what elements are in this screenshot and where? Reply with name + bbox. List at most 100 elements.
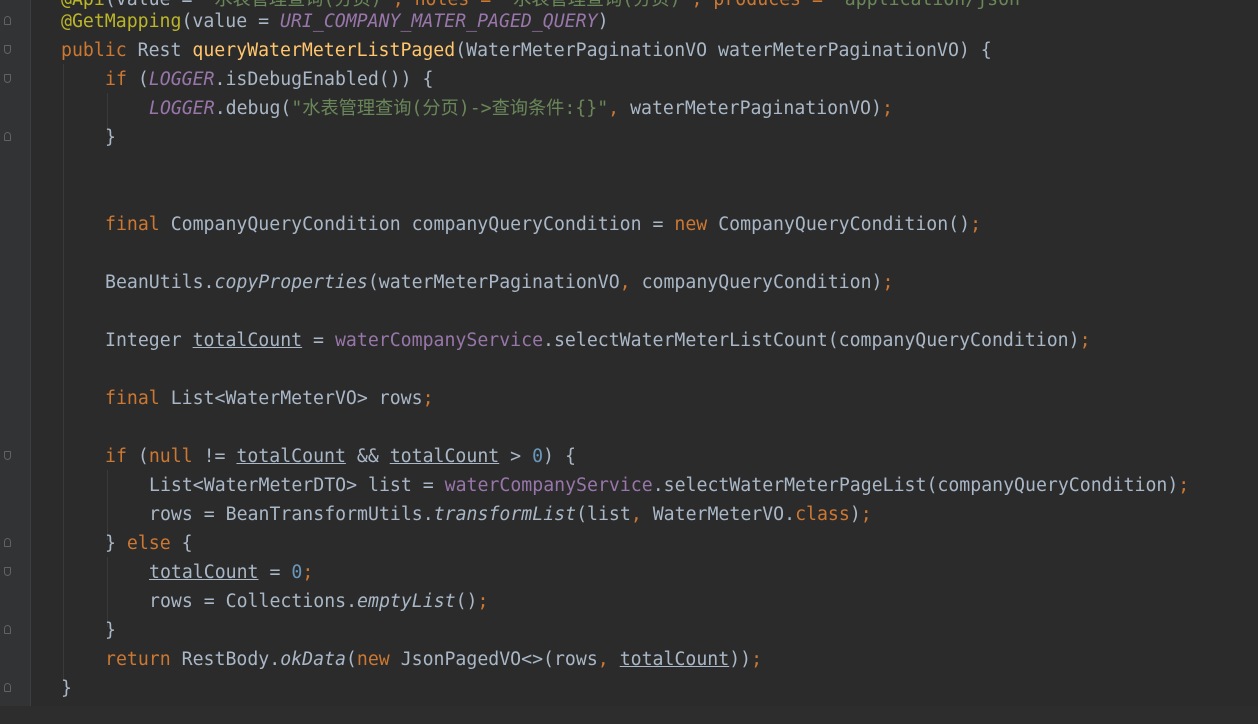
code-line[interactable]: BeanUtils.copyProperties(waterMeterPagin… [105,268,893,297]
code-token: List<WaterMeterDTO> list = [149,475,445,496]
code-line[interactable]: if (LOGGER.isDebugEnabled()) { [105,65,434,94]
code-token: companyQueryCondition) [641,272,883,293]
code-token: new [356,649,401,670]
code-token: totalCount [149,562,259,583]
code-token: , [630,504,653,525]
code-line[interactable]: Integer totalCount = waterCompanyService… [105,326,1091,355]
code-token: okData [280,649,346,670]
code-token: ; [881,98,893,119]
code-token: else [126,533,182,554]
code-token: ; [422,388,434,409]
code-token: (value = [181,11,281,32]
code-token: new [674,214,719,235]
fold-marker-icon[interactable] [4,16,11,25]
code-token: BeanUtils. [105,272,215,293]
code-token: waterCompanyService [334,330,544,351]
code-line[interactable]: rows = Collections.emptyList(); [149,587,488,616]
code-line[interactable]: @GetMapping(value = URI_COMPANY_MATER_PA… [61,7,609,36]
code-line[interactable]: public Rest queryWaterMeterListPaged(Wat… [61,36,992,65]
fold-marker-icon[interactable] [4,625,11,634]
fold-marker-icon[interactable] [4,683,11,692]
fold-marker-icon[interactable] [4,74,11,83]
code-token: () [455,591,478,612]
code-token: } [61,678,72,699]
code-token: class [795,504,850,525]
code-token: LOGGER [149,98,215,119]
code-token: transformList [433,504,577,525]
code-token: ; [477,591,489,612]
code-token: CompanyQueryCondition companyQueryCondit… [170,214,675,235]
editor-gutter [0,0,31,706]
code-token: { [181,533,193,554]
fold-marker-icon[interactable] [4,567,11,576]
indent-guide [63,64,64,680]
code-line[interactable]: } [61,674,72,703]
code-token: )) [729,649,752,670]
code-token: "水表管理查询(分页)->查询条件:{}" [291,98,609,119]
code-token: , produces = [692,0,834,10]
code-token: 0 [291,562,303,583]
code-token: ; [1178,475,1190,496]
code-token: = [258,562,292,583]
code-token: ) { [543,446,576,467]
code-token: CompanyQueryCondition() [718,214,971,235]
code-token: , [597,649,620,670]
code-token: (WaterMeterPaginationVO waterMeterPagina… [455,40,992,61]
code-line[interactable]: List<WaterMeterDTO> list = waterCompanyS… [149,471,1189,500]
code-token: ; [751,649,763,670]
code-line[interactable]: rows = BeanTransformUtils.transformList(… [149,500,872,529]
code-token: if [105,69,138,90]
code-token: final [105,214,171,235]
code-line[interactable]: totalCount = 0; [149,558,313,587]
code-token: .selectWaterMeterPageList(companyQueryCo… [652,475,1179,496]
code-token: queryWaterMeterListPaged [192,40,456,61]
code-token: public [61,40,138,61]
code-line[interactable]: final List<WaterMeterVO> rows; [105,384,434,413]
code-editor[interactable]: @Api(value = "水表管理查询(分页)", notes = "水表管理… [0,0,1258,724]
code-token: .debug( [214,98,292,119]
code-token: JsonPagedVO<>(rows [400,649,598,670]
code-token: return [105,649,182,670]
code-token: ) [849,504,861,525]
code-token: final [105,388,171,409]
code-token: WaterMeterVO. [652,504,796,525]
code-token: Rest [137,40,193,61]
code-token: ; [860,504,872,525]
code-token: } [105,620,116,641]
code-token: RestBody. [181,649,281,670]
code-line[interactable]: final CompanyQueryCondition companyQuery… [105,210,981,239]
code-token: URI_COMPANY_MATER_PAGED_QUERY [280,11,598,32]
code-token: rows = Collections. [149,591,358,612]
code-token: if [105,446,138,467]
code-token: ; [302,562,314,583]
code-token: ( [345,649,357,670]
code-token: totalCount [389,446,500,467]
code-line[interactable]: if (null != totalCount && totalCount > 0… [105,442,576,471]
code-token: ( [137,446,149,467]
code-line[interactable]: return RestBody.okData(new JsonPagedVO<>… [105,645,762,674]
code-token: null [148,446,204,467]
fold-marker-icon[interactable] [4,132,11,141]
code-token: .selectWaterMeterListCount(companyQueryC… [543,330,1080,351]
code-line[interactable]: LOGGER.debug("水表管理查询(分页)->查询条件:{}", wate… [149,94,893,123]
code-token: waterCompanyService [444,475,653,496]
code-token: rows = BeanTransformUtils. [149,504,434,525]
code-line[interactable]: } [105,123,116,152]
code-token: ; [970,214,982,235]
code-line[interactable]: } else { [105,529,193,558]
code-token: waterMeterPaginationVO) [630,98,882,119]
fold-marker-icon[interactable] [4,538,11,547]
code-token: (waterMeterPaginationVO [367,272,620,293]
code-token: ; [1079,330,1091,351]
code-token: LOGGER [148,69,215,90]
code-token: totalCount [619,649,730,670]
editor-bottom-bar [0,706,1258,724]
code-token: totalCount [192,330,303,351]
code-token: ( [137,69,149,90]
code-token: (list [576,504,631,525]
fold-marker-icon[interactable] [4,45,11,54]
code-token: = [302,330,335,351]
code-line[interactable]: } [105,616,116,645]
code-token: emptyList [357,591,456,612]
fold-marker-icon[interactable] [4,451,11,460]
